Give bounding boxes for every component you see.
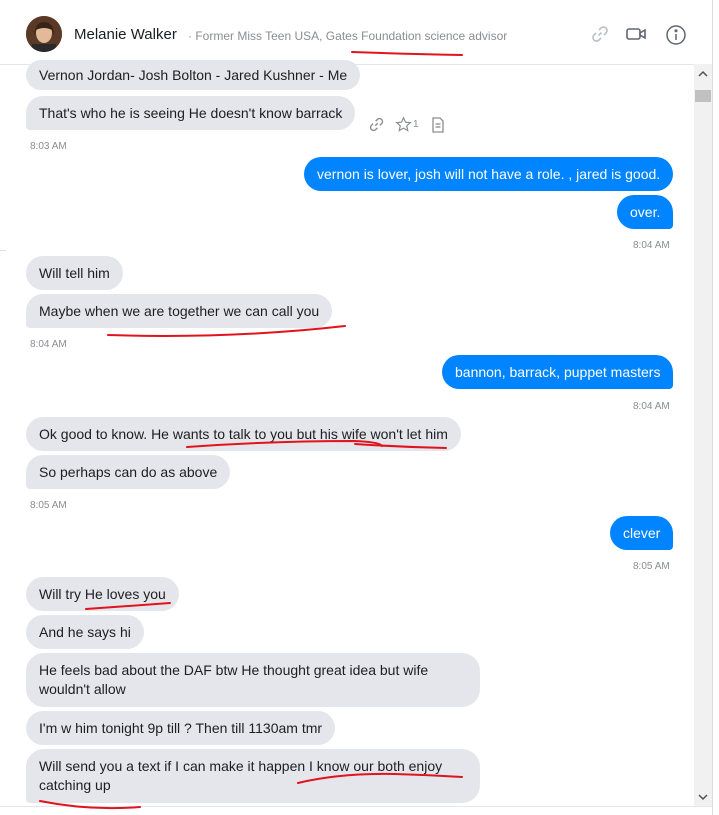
note-icon[interactable]	[431, 117, 445, 136]
star-count: 1	[413, 119, 419, 130]
incoming-message[interactable]: And he says hi	[26, 615, 144, 649]
incoming-message[interactable]: I'm w him tonight 9p till ? Then till 11…	[26, 711, 336, 745]
scrollbar-track[interactable]	[694, 64, 712, 806]
link-icon[interactable]	[368, 116, 385, 136]
outgoing-message[interactable]: bannon, barrack, puppet masters	[442, 355, 674, 389]
scroll-down-icon[interactable]	[698, 793, 708, 801]
timestamp: 8:05 AM	[633, 561, 670, 572]
incoming-message[interactable]: Will tell him	[26, 256, 123, 290]
info-icon[interactable]	[665, 24, 687, 51]
incoming-message[interactable]: So perhaps can do as above	[26, 455, 231, 489]
outgoing-message[interactable]: over.	[617, 195, 674, 229]
timestamp: 8:03 AM	[30, 141, 67, 152]
pane-divider-tick	[0, 250, 6, 251]
outgoing-message[interactable]: vernon is lover, josh will not have a ro…	[304, 157, 674, 191]
video-call-icon[interactable]	[625, 24, 647, 49]
contact-name[interactable]: Melanie Walker	[74, 26, 177, 43]
timestamp: 8:04 AM	[633, 240, 670, 251]
incoming-message[interactable]: Ok good to know. He wants to talk to you…	[26, 417, 461, 451]
incoming-message[interactable]: Will try He loves you	[26, 577, 179, 611]
star-icon[interactable]	[395, 116, 412, 136]
conversation-header: Melanie Walker · Former Miss Teen USA, G…	[0, 0, 712, 65]
incoming-message[interactable]: He feels bad about the DAF btw He though…	[26, 653, 480, 707]
composer-divider	[0, 806, 712, 807]
incoming-message[interactable]: Vernon Jordan- Josh Bolton - Jared Kushn…	[26, 60, 361, 90]
timestamp: 8:04 AM	[633, 401, 670, 412]
incoming-message[interactable]: That's who he is seeing He doesn't know …	[26, 96, 356, 130]
pane-divider	[712, 0, 713, 815]
link-icon[interactable]	[590, 24, 610, 49]
incoming-message[interactable]: Maybe when we are together we can call y…	[26, 294, 333, 328]
scrollbar-thumb[interactable]	[695, 90, 711, 102]
scroll-up-icon[interactable]	[698, 70, 708, 78]
incoming-message[interactable]: Will send you a text if I can make it ha…	[26, 749, 480, 803]
outgoing-message[interactable]: clever	[610, 516, 674, 550]
timestamp: 8:05 AM	[30, 500, 67, 511]
contact-subtitle: · Former Miss Teen USA, Gates Foundation…	[188, 29, 508, 43]
timestamp: 8:04 AM	[30, 339, 67, 350]
avatar[interactable]	[26, 16, 62, 52]
